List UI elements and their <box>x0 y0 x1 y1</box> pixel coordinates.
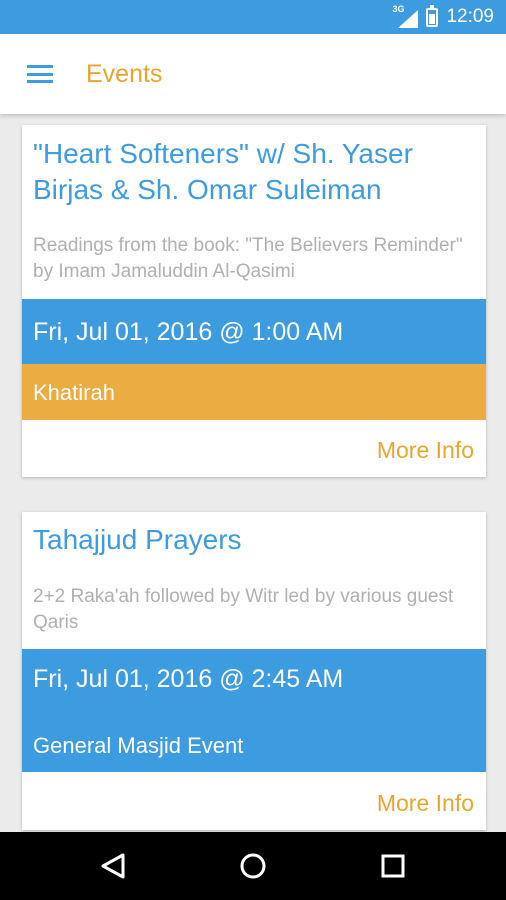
more-info-button[interactable]: More Info <box>377 437 474 464</box>
recent-apps-icon[interactable] <box>377 850 409 882</box>
event-category: General Masjid Event <box>33 733 244 758</box>
page-title: Events <box>86 59 163 88</box>
status-time: 12:09 <box>446 6 494 27</box>
status-bar: 3G 12:09 <box>0 0 506 34</box>
home-icon[interactable] <box>237 850 269 882</box>
status-icons: 3G 12:09 <box>392 4 494 29</box>
event-description: 2+2 Raka'ah followed by Witr led by vari… <box>33 586 454 633</box>
event-card: "Heart Softeners" w/ Sh. Yaser Birjas & … <box>22 125 486 477</box>
event-title: "Heart Softeners" w/ Sh. Yaser Birjas & … <box>33 138 413 205</box>
hamburger-menu-icon[interactable] <box>27 65 53 83</box>
event-datetime: Fri, Jul 01, 2016 @ 2:45 AM <box>33 665 344 693</box>
event-card: Tahajjud Prayers 2+2 Raka'ah followed by… <box>22 512 486 830</box>
event-title: Tahajjud Prayers <box>33 524 242 555</box>
navigation-bar <box>0 832 506 900</box>
battery-icon <box>426 4 439 27</box>
more-info-button[interactable]: More Info <box>377 790 474 817</box>
event-datetime: Fri, Jul 01, 2016 @ 1:00 AM <box>22 299 486 364</box>
back-icon[interactable] <box>97 850 129 882</box>
signal-icon: 3G <box>392 4 419 28</box>
event-description: Readings from the book: "The Believers R… <box>33 235 463 282</box>
event-category: Khatirah <box>22 364 486 420</box>
app-bar: Events <box>0 34 506 114</box>
